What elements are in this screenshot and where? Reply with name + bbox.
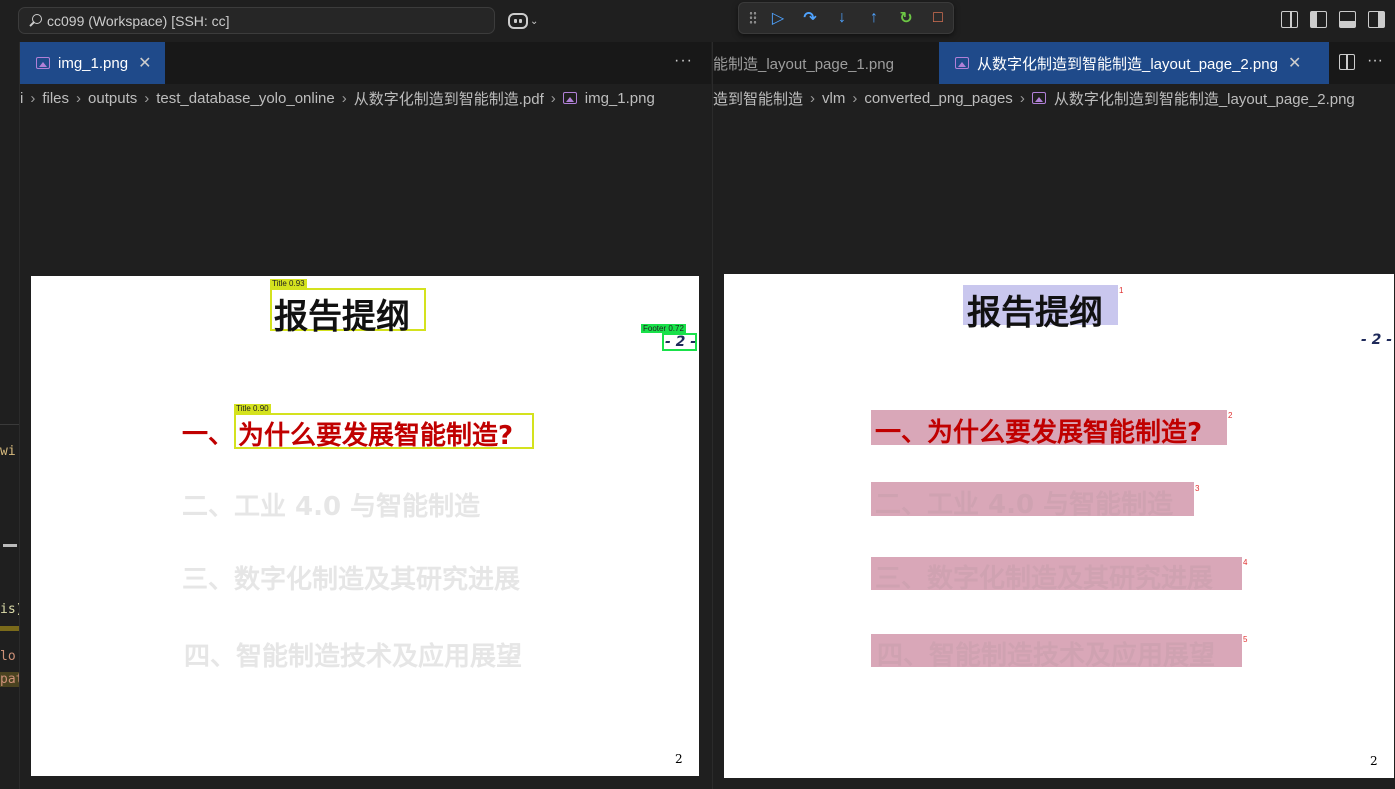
image-file-icon [562, 92, 577, 104]
heading-2: 二、工业 4.0 与智能制造 [182, 492, 481, 522]
page-number: 2 [1370, 754, 1378, 768]
breadcrumb-item[interactable]: 从数字化制造到智能制造.pdf [354, 88, 544, 109]
tab-label: 能制造_layout_page_1.png [713, 55, 894, 73]
restart-icon[interactable]: ↻ [895, 7, 917, 29]
slide-title: 报告提纲 [967, 293, 1103, 333]
image-file-icon [36, 57, 50, 69]
tab-img-1[interactable]: img_1.png ✕ [20, 42, 165, 84]
search-icon [27, 13, 43, 29]
region-index: 1 [1119, 286, 1124, 295]
breadcrumb-item[interactable]: files [42, 90, 69, 107]
breadcrumb-item[interactable]: 造到智能制造 [713, 88, 803, 109]
breadcrumb-item[interactable]: 从数字化制造到智能制造_layout_page_2.png [1054, 88, 1355, 109]
copilot-menu[interactable]: ⌄ [508, 10, 548, 32]
chevron-right-icon: › [341, 89, 347, 107]
code-token: lo' [0, 649, 19, 664]
tab-layout-page-1[interactable]: 能制造_layout_page_1.png [713, 42, 937, 84]
continue-icon[interactable]: ▷ [767, 7, 789, 29]
tab-bar: img_1.png ✕ ··· [20, 42, 711, 84]
code-token: pat [0, 672, 19, 687]
slide-footer: - 2 - [665, 334, 697, 350]
tab-layout-page-2[interactable]: 从数字化制造到智能制造_layout_page_2.png ✕ [939, 42, 1329, 84]
heading-2: 二、工业 4.0 与智能制造 [875, 490, 1174, 520]
tab-label: 从数字化制造到智能制造_layout_page_2.png [977, 55, 1278, 73]
step-over-icon[interactable]: ↷ [799, 7, 821, 29]
split-editor-icon[interactable] [1339, 54, 1355, 70]
detection-label: Footer 0.72 [641, 324, 686, 333]
copilot-icon [508, 13, 528, 29]
image-file-icon [955, 57, 969, 69]
step-out-icon[interactable]: ↑ [863, 7, 885, 29]
chevron-right-icon: › [1019, 89, 1025, 107]
code-token: is) [0, 602, 19, 617]
detection-label: Title 0.93 [270, 279, 307, 288]
tab-label: img_1.png [58, 54, 129, 72]
command-center-label: cc099 (Workspace) [SSH: cc] [47, 12, 230, 29]
stop-icon[interactable]: □ [927, 7, 949, 29]
customize-layout-icon[interactable] [1281, 11, 1298, 28]
slide-title: 报告提纲 [274, 297, 410, 337]
more-actions-icon[interactable]: ··· [674, 52, 693, 70]
debug-toolbar: ▷ ↷ ↓ ↑ ↻ □ [738, 2, 954, 34]
breadcrumb: 造到智能制造 › vlm › converted_png_pages › 从数字化制造… [713, 84, 1395, 112]
highlight-marker [0, 626, 19, 631]
tab-bar: 能制造_layout_page_1.png 从数字化制造到智能制造_layout… [713, 42, 1395, 84]
chevron-right-icon: › [852, 89, 858, 107]
close-icon[interactable]: ✕ [138, 53, 151, 73]
layout-controls [1281, 11, 1385, 28]
chevron-right-icon: › [76, 89, 82, 107]
toggle-primary-sidebar-icon[interactable] [1310, 11, 1327, 28]
toggle-panel-icon[interactable] [1339, 11, 1356, 28]
chevron-right-icon: › [550, 89, 556, 107]
command-center[interactable]: cc099 (Workspace) [SSH: cc] [18, 7, 495, 34]
chevron-right-icon: › [144, 89, 150, 107]
code-editor-strip[interactable]: wi is) lo' pat [0, 42, 19, 789]
fold-marker [3, 544, 17, 547]
slide-footer: - 2 - [1361, 332, 1393, 348]
image-file-icon [1031, 92, 1046, 104]
image-preview-detected: Title 0.93 报告提纲 Footer 0.72 - 2 - 一、 Tit… [31, 276, 699, 776]
heading-3: 三、数字化制造及其研究进展 [875, 564, 1214, 594]
region-index: 5 [1243, 635, 1248, 644]
breadcrumb-item[interactable]: converted_png_pages [864, 90, 1012, 107]
heading-3: 三、数字化制造及其研究进展 [182, 565, 521, 595]
page-number: 2 [675, 752, 683, 766]
breadcrumb: i › files › outputs › test_database_yolo_on… [20, 84, 711, 112]
chevron-right-icon: › [30, 89, 36, 107]
heading-4: 四、智能制造技术及应用展望 [184, 642, 523, 672]
toggle-secondary-sidebar-icon[interactable] [1368, 11, 1385, 28]
breadcrumb-item[interactable]: test_database_yolo_online [156, 90, 334, 107]
region-index: 3 [1195, 484, 1200, 493]
region-index: 4 [1243, 558, 1248, 567]
chevron-right-icon: › [810, 89, 816, 107]
heading-4: 四、智能制造技术及应用展望 [877, 641, 1216, 671]
region-index: 2 [1228, 411, 1233, 420]
divider [0, 424, 19, 425]
breadcrumb-item[interactable]: vlm [822, 90, 845, 107]
editor-group-right: 能制造_layout_page_1.png 从数字化制造到智能制造_layout… [712, 42, 1395, 789]
editor-group-left: img_1.png ✕ ··· i › files › outputs › test_… [19, 42, 711, 789]
more-actions-icon[interactable]: ··· [1367, 52, 1383, 70]
breadcrumb-item[interactable]: img_1.png [585, 90, 655, 107]
detection-label: Title 0.90 [234, 404, 271, 413]
heading-prefix: 一、 [182, 420, 235, 450]
grip-icon[interactable] [749, 11, 757, 25]
title-bar: cc099 (Workspace) [SSH: cc] ⌄ ▷ ↷ ↓ ↑ ↻ … [0, 0, 1395, 42]
heading-1: 一、为什么要发展智能制造? [875, 418, 1203, 448]
breadcrumb-item[interactable]: outputs [88, 90, 137, 107]
vscode-window: cc099 (Workspace) [SSH: cc] ⌄ ▷ ↷ ↓ ↑ ↻ … [0, 0, 1395, 789]
breadcrumb-item[interactable]: i [20, 90, 23, 107]
close-icon[interactable]: ✕ [1288, 53, 1301, 73]
heading-1: 为什么要发展智能制造? [238, 421, 514, 451]
step-into-icon[interactable]: ↓ [831, 7, 853, 29]
code-token: wi [0, 444, 16, 459]
image-preview-layout: 报告提纲 1 - 2 - 一、为什么要发展智能制造? 2 二、工业 4.0 与智… [724, 274, 1394, 778]
chevron-down-icon: ⌄ [530, 15, 539, 27]
